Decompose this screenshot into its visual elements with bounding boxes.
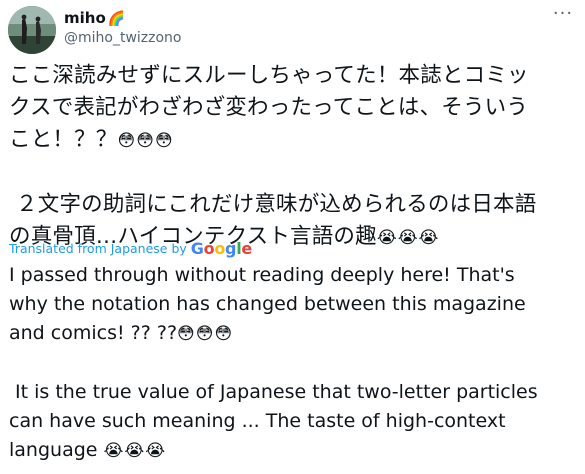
translated-line: can have such meaning ... The taste of h…: [9, 410, 506, 432]
translated-line: language: [9, 439, 104, 461]
original-line: ２文字の助詞にこれだけ意味が込められるのは日本語: [9, 192, 537, 217]
flushed-face-icon: 😳😳😳: [117, 131, 174, 151]
author-names: miho 🌈 @miho_twizzono: [64, 8, 182, 48]
flushed-face-icon: 😳😳😳: [177, 324, 234, 344]
translated-line: and comics! ?? ??: [9, 322, 178, 344]
tweet-translated-text: I passed through without reading deeply …: [9, 261, 577, 466]
avatar-photo: [8, 6, 56, 54]
display-name[interactable]: miho: [64, 9, 106, 27]
translation-attribution[interactable]: Translated from Japanese by Google: [9, 239, 252, 258]
crying-face-icon: 😭😭😭: [376, 228, 440, 248]
translated-line: why the notation has changed between thi…: [9, 293, 526, 315]
tweet-card: miho 🌈 @miho_twizzono ··· ここ深読みせずにスルーしちゃっ…: [0, 0, 585, 474]
translation-label: Translated from Japanese by: [9, 241, 187, 256]
original-line: ここ深読みせずにスルーしちゃってた！本誌とコミッ: [9, 63, 529, 88]
rainbow-icon: 🌈: [107, 11, 126, 27]
translated-line: It is the true value of Japanese that tw…: [9, 381, 538, 403]
translated-line: I passed through without reading deeply …: [9, 264, 515, 286]
more-dots-icon[interactable]: ···: [549, 4, 577, 28]
tweet-original-text: ここ深読みせずにスルーしちゃってた！本誌とコミッ クスで表記がわざわざ変わったっ…: [9, 60, 577, 254]
user-handle[interactable]: @miho_twizzono: [64, 28, 182, 48]
google-logo: Google: [190, 239, 252, 258]
original-line: こと！？？: [9, 127, 118, 152]
original-line: クスで表記がわざわざ変わったってことは、そういう: [9, 95, 529, 120]
crying-face-icon: 😭😭😭: [103, 441, 167, 461]
avatar[interactable]: [8, 6, 56, 54]
